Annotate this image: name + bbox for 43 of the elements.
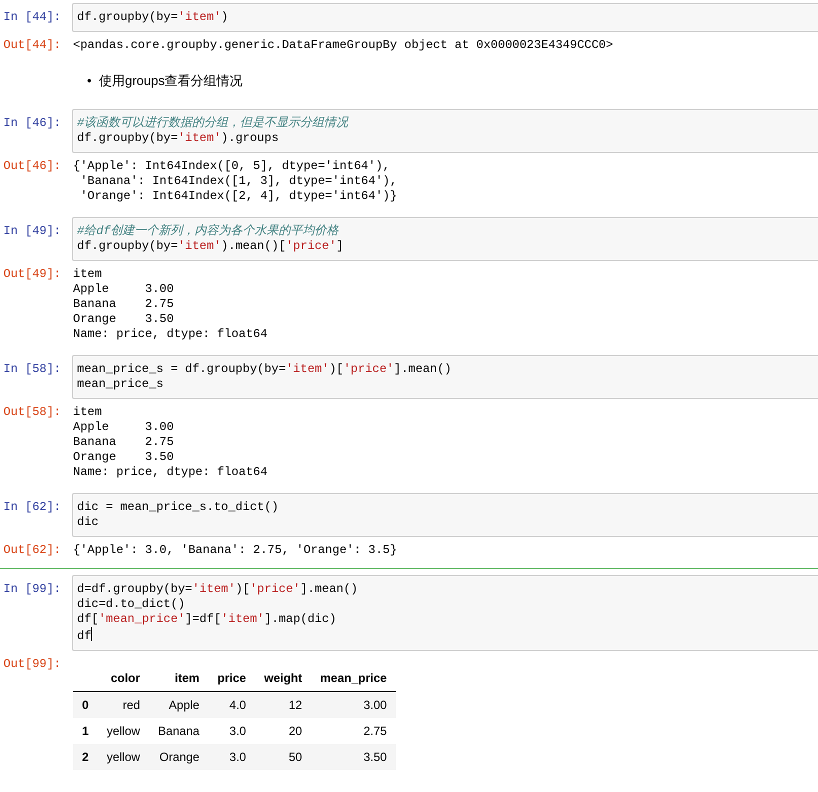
- table-cell: Banana: [149, 718, 208, 744]
- table-cell: 2.75: [311, 718, 396, 744]
- output-prompt: Out[46]:: [2, 159, 62, 174]
- table-cell: 3.00: [311, 692, 396, 718]
- table-cell: 20: [255, 718, 312, 744]
- table-cell: 50: [255, 744, 312, 770]
- output-prompt: Out[62]:: [2, 543, 62, 558]
- output-prompt: Out[58]:: [2, 405, 62, 420]
- output-prompt: Out[99]:: [2, 657, 62, 672]
- bullet-text: 使用groups查看分组情况: [99, 72, 243, 90]
- code-editor[interactable]: #该函数可以进行数据的分组，但是不显示分组情况 df.groupby(by='item').groups: [72, 109, 818, 153]
- output-prompt: Out[44]:: [2, 38, 62, 53]
- table-cell: Orange: [149, 744, 208, 770]
- input-prompt: In [44]:: [2, 10, 62, 25]
- output-text: <pandas.core.groupby.generic.DataFrameGroupBy object at 0x0000023E4349CCC0>: [73, 38, 614, 53]
- bullet-marker: •: [87, 72, 93, 90]
- table-cell: yellow: [98, 718, 150, 744]
- table-cell: 3.50: [311, 744, 396, 770]
- input-prompt: In [99]:: [2, 582, 62, 597]
- input-prompt: In [62]:: [2, 500, 62, 515]
- code-editor[interactable]: df.groupby(by='item'): [72, 3, 818, 32]
- table-cell: yellow: [98, 744, 150, 770]
- code-editor[interactable]: #给df创建一个新列，内容为各个水果的平均价格 df.groupby(by='item').mean()['price']: [72, 217, 818, 261]
- table-cell: 3.0: [208, 744, 256, 770]
- code-editor[interactable]: d=df.groupby(by='item')['price'].mean() dic=d.to_dict() df['mean_price']=df['item'].map(dic) df: [72, 575, 818, 651]
- input-prompt: In [58]:: [2, 362, 62, 377]
- code-editor[interactable]: dic = mean_price_s.to_dict() dic: [72, 493, 818, 537]
- output-text: {'Apple': 3.0, 'Banana': 2.75, 'Orange': 3.5}: [73, 543, 398, 558]
- row-index: 0: [73, 692, 98, 718]
- row-index: 1: [73, 718, 98, 744]
- table-cell: Apple: [149, 692, 208, 718]
- output-text: item Apple 3.00 Banana 2.75 Orange 3.50 Name: price, dtype: float64: [73, 267, 268, 342]
- table-cell: 4.0: [208, 692, 256, 718]
- row-index: 2: [73, 744, 98, 770]
- input-prompt: In [49]:: [2, 224, 62, 239]
- output-text: item Apple 3.00 Banana 2.75 Orange 3.50 Name: price, dtype: float64: [73, 405, 268, 480]
- output-prompt: Out[49]:: [2, 267, 62, 282]
- output-text: {'Apple': Int64Index([0, 5], dtype='int64'), 'Banana': Int64Index([1, 3], dtype='int64'), 'Orange': Int64Index([2, 4], dtype='int64')}: [73, 159, 398, 204]
- table-cell: red: [98, 692, 150, 718]
- input-prompt: In [46]:: [2, 116, 62, 131]
- table-cell: 12: [255, 692, 312, 718]
- code-editor[interactable]: mean_price_s = df.groupby(by='item')['price'].mean() mean_price_s: [72, 355, 818, 399]
- table-cell: 3.0: [208, 718, 256, 744]
